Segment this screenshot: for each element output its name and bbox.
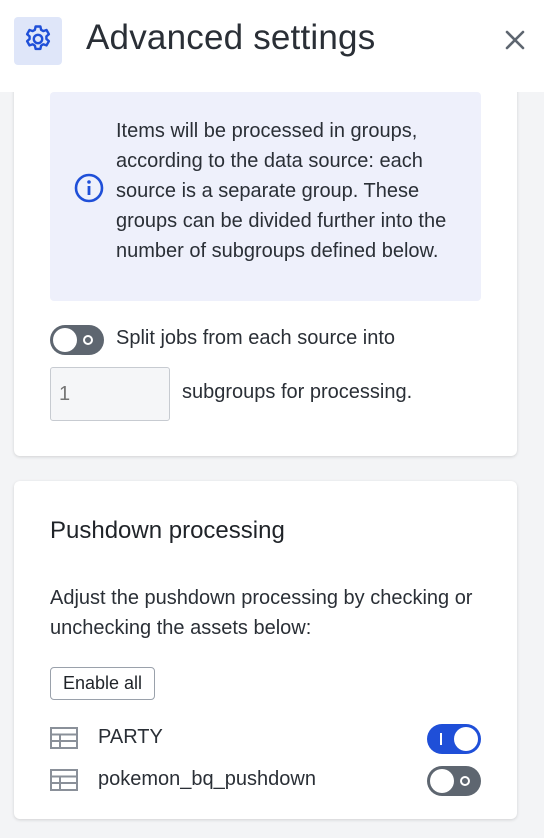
asset-name: PARTY [98,726,163,748]
grouping-card: Items will be processed in groups, accor… [14,70,517,456]
asset-toggle-pokemon-bq-pushdown[interactable] [427,766,481,796]
toggle-knob [454,727,478,751]
table-icon [50,769,78,791]
toggle-on-mark [440,733,442,745]
info-icon [73,172,105,204]
enable-all-button[interactable]: Enable all [50,667,156,700]
asset-toggle-party[interactable] [427,724,481,754]
info-text: Items will be processed in groups, accor… [116,120,447,262]
toggle-off-mark [83,335,93,345]
asset-row: pokemon_bq_pushdown [50,764,481,798]
toggle-knob [53,328,77,352]
gear-icon [22,23,54,60]
split-jobs-toggle[interactable] [50,325,104,355]
page-title: Advanced settings [86,18,376,57]
section-title: Pushdown processing [50,517,285,544]
table-icon [50,727,78,749]
subgroup-label: subgroups for processing. [182,381,413,403]
close-button[interactable] [500,27,530,57]
settings-button[interactable] [14,17,62,65]
pushdown-card: Pushdown processing Adjust the pushdown … [14,481,517,819]
asset-name: pokemon_bq_pushdown [98,768,316,790]
close-icon [504,29,526,56]
info-box: Items will be processed in groups, accor… [50,92,481,301]
asset-row: PARTY [50,722,481,756]
toggle-off-mark [460,776,470,786]
subgroup-count-input[interactable] [50,367,170,421]
dialog-header: Advanced settings [0,0,544,92]
pushdown-description: Adjust the pushdown processing by checki… [50,587,473,639]
toggle-knob [430,769,454,793]
split-jobs-label: Split jobs from each source into [116,327,396,349]
